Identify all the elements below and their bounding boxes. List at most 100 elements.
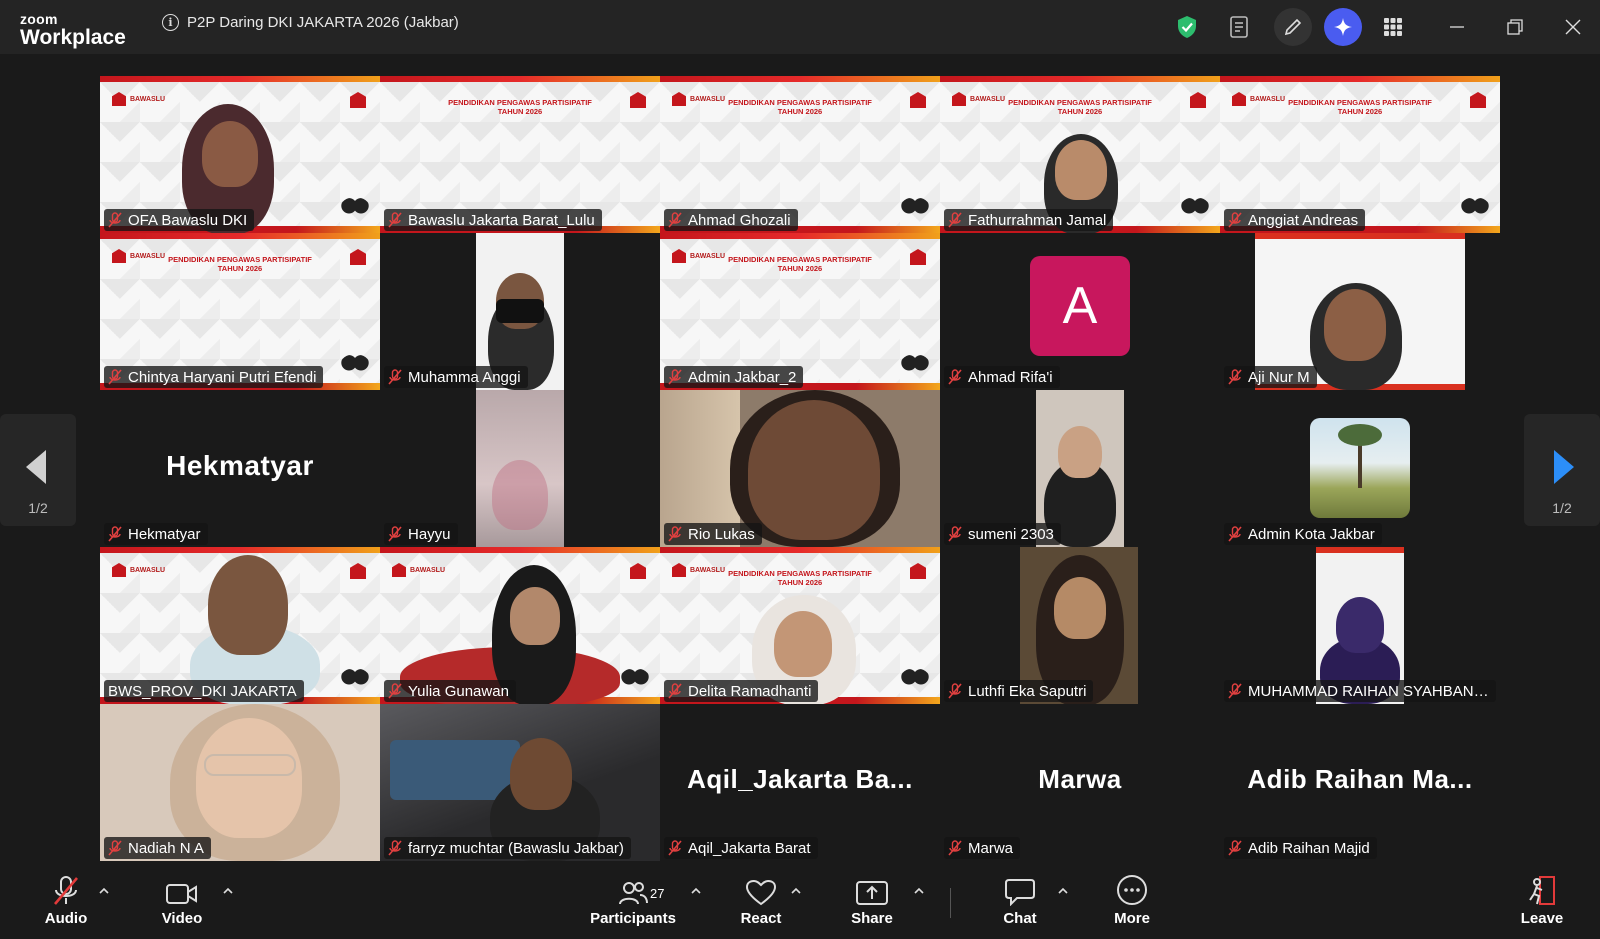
muted-mic-icon [108,526,122,542]
participant-nameplate: farryz muchtar (Bawaslu Jakbar) [384,837,631,859]
meeting-controls: Audio Video Participants 27 React Share [0,866,1600,939]
participant-nameplate: Aqil_Jakarta Barat [664,837,818,859]
participant-nameplate: MUHAMMAD RAIHAN SYAHBANY... [1224,680,1496,702]
participant-tile[interactable]: Aji Nur M [1220,233,1500,390]
gallery-view: BAWASLU OFA Bawaslu DKI PENDIDIKAN PENGA… [100,76,1502,864]
muted-mic-icon [388,526,402,542]
close-icon[interactable] [1554,8,1592,46]
participant-face [208,555,288,655]
ai-companion-icon[interactable] [1324,8,1362,46]
audio-options-caret-icon[interactable] [97,884,111,898]
audio-button[interactable]: Audio [40,866,92,939]
participant-tile[interactable]: BAWASLU Yulia Gunawan [380,547,660,704]
muted-mic-icon [388,369,402,385]
participant-nameplate: BWS_PROV_DKI JAKARTA [104,680,304,702]
participant-tile[interactable]: Hekmatyar Hekmatyar [100,390,380,547]
participant-nameplate: Marwa [944,837,1021,859]
previous-page-button[interactable]: 1/2 [0,414,76,526]
more-label: More [1114,910,1150,927]
participant-nameplate: Muhamma Anggi [384,366,528,388]
participant-tile[interactable]: Marwa Marwa [940,704,1220,861]
participants-button[interactable]: Participants [585,866,681,939]
meeting-title[interactable]: i P2P Daring DKI JAKARTA 2026 (Jakbar) [162,14,459,31]
next-page-button[interactable]: 1/2 [1524,414,1600,526]
muted-mic-icon [668,683,682,699]
muted-mic-icon [948,212,962,228]
muted-mic-icon [388,840,402,856]
muted-mic-icon [52,866,80,910]
participants-options-caret-icon[interactable] [689,884,703,898]
participant-nameplate: Bawaslu Jakarta Barat_Lulu [384,209,602,231]
participant-nameplate: Fathurrahman Jamal [944,209,1114,231]
participants-count: 27 [650,886,665,901]
muted-mic-icon [1228,212,1242,228]
muted-mic-icon [668,369,682,385]
participant-tile[interactable]: A Ahmad Rifa'i [940,233,1220,390]
participant-nameplate: OFA Bawaslu DKI [104,209,255,231]
participant-tile[interactable]: Admin Kota Jakbar [1220,390,1500,547]
participant-face [510,587,560,645]
brand-top: zoom [20,11,58,27]
react-button[interactable]: React [730,866,792,939]
muted-mic-icon [668,840,682,856]
participant-nameplate: Rio Lukas [664,523,762,545]
participant-nameplate: Ahmad Ghozali [664,209,798,231]
participant-tile[interactable]: BAWASLU PENDIDIKAN PENGAWAS PARTISIPATIF T… [100,233,380,390]
participant-tile[interactable]: BAWASLU PENDIDIKAN PENGAWAS PARTISIPATIF T… [660,547,940,704]
leave-button[interactable]: Leave [1514,866,1570,939]
restore-icon[interactable] [1496,8,1534,46]
chat-options-caret-icon[interactable] [1056,884,1070,898]
participant-nameplate: Hekmatyar [104,523,208,545]
react-options-caret-icon[interactable] [789,884,803,898]
minimize-icon[interactable] [1438,8,1476,46]
participant-tile[interactable]: sumeni 2303 [940,390,1220,547]
participant-tile[interactable]: BAWASLU PENDIDIKAN PENGAWAS PARTISIPATIF T… [940,76,1220,233]
participant-nameplate: Luthfi Eka Saputri [944,680,1094,702]
participant-face [1324,289,1386,361]
participant-nameplate: Hayyu [384,523,458,545]
participant-tile[interactable]: Luthfi Eka Saputri [940,547,1220,704]
edit-icon[interactable] [1274,8,1312,46]
share-screen-icon [856,866,888,910]
chat-button[interactable]: Chat [992,866,1048,939]
participant-tile[interactable]: Nadiah N A [100,704,380,861]
participant-face [1054,577,1106,639]
more-icon [1116,866,1148,910]
muted-mic-icon [1228,683,1242,699]
participant-tile[interactable]: MUHAMMAD RAIHAN SYAHBANY... [1220,547,1500,704]
video-label: Video [161,910,203,927]
video-options-caret-icon[interactable] [221,884,235,898]
toolbar-divider [950,888,951,918]
participant-tile[interactable]: Hayyu [380,390,660,547]
leave-label: Leave [1520,910,1564,927]
participant-nameplate: Admin Kota Jakbar [1224,523,1382,545]
participant-tile[interactable]: Adib Raihan Ma... Adib Raihan Majid [1220,704,1500,861]
video-button[interactable]: Video [154,866,210,939]
participant-tile[interactable]: BAWASLU PENDIDIKAN PENGAWAS PARTISIPATIF T… [1220,76,1500,233]
notes-icon[interactable] [1220,8,1258,46]
participant-tile[interactable]: BAWASLU PENDIDIKAN PENGAWAS PARTISIPATIF T… [660,233,940,390]
participant-nameplate: Anggiat Andreas [1224,209,1366,231]
participant-face [510,738,572,810]
page-indicator-left: 1/2 [28,500,48,516]
participant-tile[interactable]: BAWASLU OFA Bawaslu DKI [100,76,380,233]
share-button[interactable]: Share [842,866,902,939]
apps-grid-icon[interactable] [1374,8,1412,46]
participant-profile-picture [1310,418,1410,518]
participant-tile[interactable]: Aqil_Jakarta Ba... Aqil_Jakarta Barat [660,704,940,861]
audio-label: Audio [44,910,88,927]
participant-avatar: A [1030,256,1130,356]
participant-tile-active-speaker[interactable]: BAWASLU BWS_PROV_DKI JAKARTA [100,547,380,704]
participant-tile[interactable]: Rio Lukas [660,390,940,547]
participant-tile[interactable]: farryz muchtar (Bawaslu Jakbar) [380,704,660,861]
share-options-caret-icon[interactable] [912,884,926,898]
info-icon[interactable]: i [162,14,179,31]
participant-tile[interactable]: Muhamma Anggi [380,233,660,390]
participant-tile[interactable]: BAWASLU PENDIDIKAN PENGAWAS PARTISIPATIF T… [660,76,940,233]
chat-label: Chat [1003,910,1037,927]
more-button[interactable]: More [1102,866,1162,939]
shield-check-icon[interactable] [1168,8,1206,46]
muted-mic-icon [948,840,962,856]
glasses [204,754,296,776]
participant-tile[interactable]: PENDIDIKAN PENGAWAS PARTISIPATIF TAHUN 20… [380,76,660,233]
